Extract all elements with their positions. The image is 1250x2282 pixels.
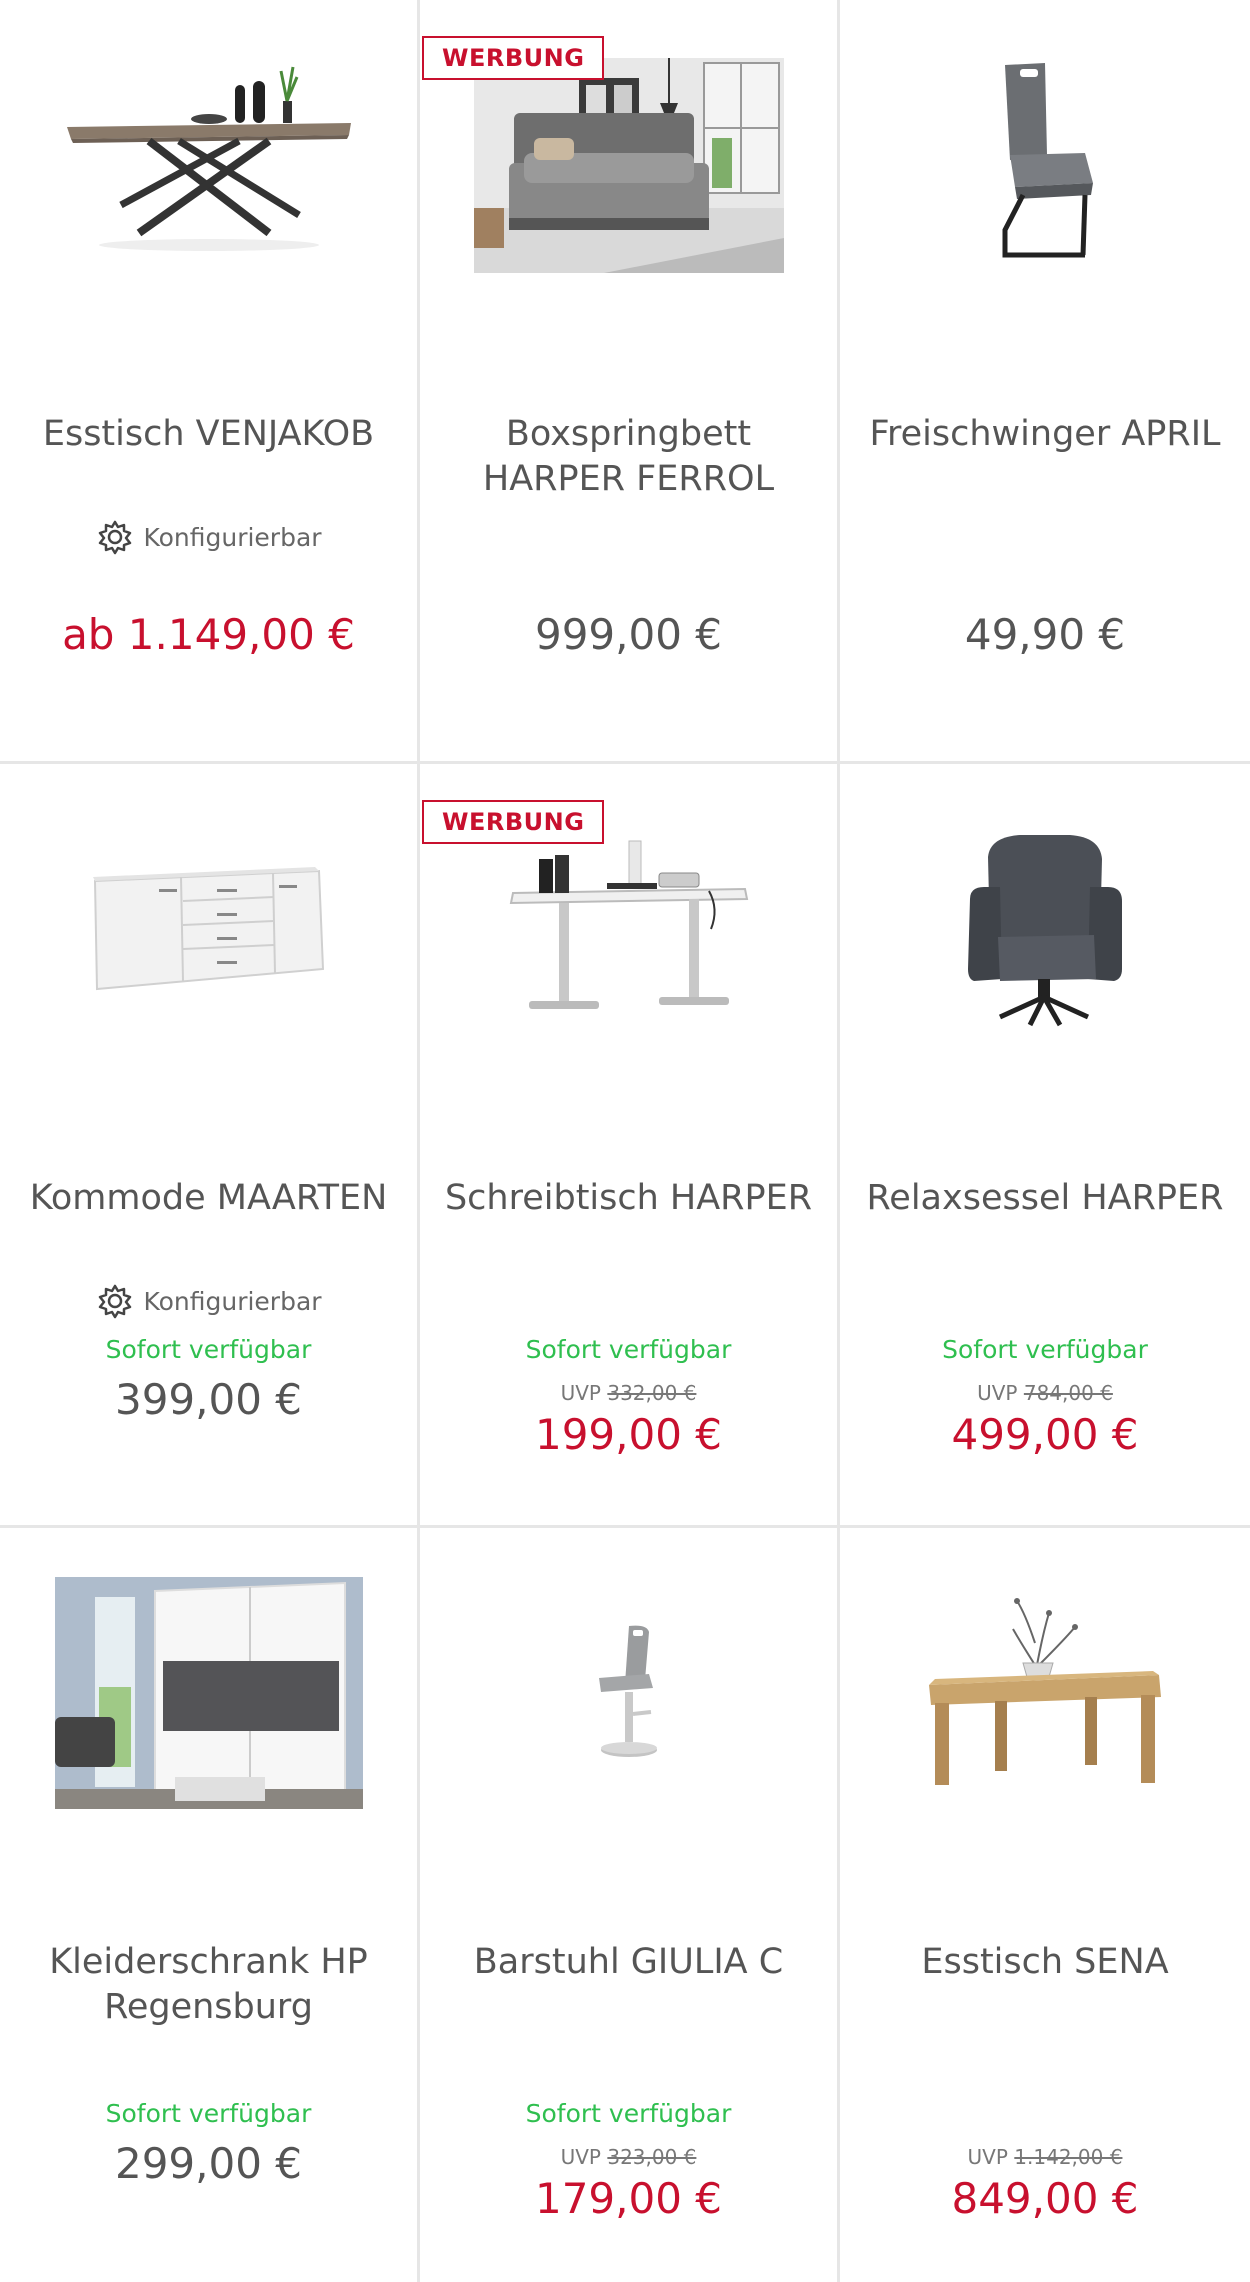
product-title[interactable]: Kommode MAARTEN	[20, 1176, 397, 1221]
dining-table-icon	[66, 66, 351, 251]
uvp-price: 784,00 €	[1023, 1381, 1113, 1405]
product-image[interactable]	[840, 764, 1250, 1094]
uvp-prefix: UVP	[977, 1381, 1018, 1405]
product-title[interactable]: Esstisch VENJAKOB	[20, 412, 397, 457]
bar-stool-icon	[598, 1625, 657, 1757]
product-price: ab 1.149,00 €	[62, 610, 355, 659]
availability-label: Sofort verfügbar	[525, 1335, 732, 1364]
uvp-price: 1.142,00 €	[1014, 2145, 1123, 2169]
recliner-icon	[968, 835, 1122, 1027]
wardrobe-photo-icon	[54, 1577, 363, 1809]
product-grid: Esstisch VENJAKOB Konfigurierbar ab 1.14…	[0, 0, 1250, 2282]
product-card[interactable]: Esstisch SENA UVP 1.142,00 € 849,00 €	[840, 1528, 1250, 2282]
product-price: 399,00 €	[114, 1375, 303, 1424]
cantilever-chair-icon	[1002, 63, 1093, 258]
product-card[interactable]: Relaxsessel HARPER Sofort verfügbar UVP …	[840, 764, 1250, 1525]
product-price: 49,90 €	[964, 610, 1126, 659]
gear-icon	[99, 1284, 132, 1319]
ad-badge: WERBUNG	[422, 36, 605, 80]
product-title[interactable]: Schreibtisch HARPER	[440, 1176, 817, 1221]
product-image[interactable]	[0, 764, 417, 1094]
configurable-text: Konfigurierbar	[143, 1286, 322, 1316]
product-image[interactable]	[0, 1528, 417, 1858]
product-image[interactable]	[420, 1528, 837, 1858]
product-card[interactable]: WERBUNG Schreibtisch HARPER Sofort verfü…	[420, 764, 837, 1525]
product-card[interactable]: WERBUNG Boxspringbett HARPER FERROL 999,…	[420, 0, 837, 761]
uvp-label: UVP 784,00 €	[840, 1381, 1250, 1405]
product-price: 199,00 €	[534, 1410, 723, 1459]
product-card[interactable]: Kleiderschrank HP Regensburg Sofort verf…	[0, 1528, 417, 2282]
product-image[interactable]	[0, 0, 417, 330]
standing-desk-icon	[509, 840, 748, 1009]
product-card[interactable]: Esstisch VENJAKOB Konfigurierbar ab 1.14…	[0, 0, 417, 761]
uvp-price: 332,00 €	[607, 1381, 697, 1405]
product-title[interactable]: Esstisch SENA	[860, 1940, 1230, 1985]
product-price: 999,00 €	[534, 610, 723, 659]
product-image[interactable]	[840, 0, 1250, 330]
product-card[interactable]: Freischwinger APRIL 49,90 €	[840, 0, 1250, 761]
bedroom-photo-icon	[473, 57, 784, 273]
gear-icon	[99, 520, 132, 555]
uvp-prefix: UVP	[560, 2145, 601, 2169]
product-image[interactable]	[840, 1528, 1250, 1858]
configurable-label: Konfigurierbar	[0, 517, 417, 557]
product-price: 849,00 €	[951, 2174, 1139, 2223]
availability-label: Sofort verfügbar	[105, 1335, 312, 1364]
product-price: 179,00 €	[534, 2174, 723, 2223]
wooden-table-icon	[929, 1598, 1161, 1785]
uvp-label: UVP 332,00 €	[420, 1381, 837, 1405]
uvp-price: 323,00 €	[607, 2145, 697, 2169]
product-price: 299,00 €	[114, 2139, 303, 2188]
product-title[interactable]: Freischwinger APRIL	[860, 412, 1230, 457]
product-card[interactable]: Barstuhl GIULIA C Sofort verfügbar UVP 3…	[420, 1528, 837, 2282]
product-title[interactable]: Kleiderschrank HP Regensburg	[20, 1940, 397, 2030]
configurable-text: Konfigurierbar	[143, 522, 322, 552]
configurable-label: Konfigurierbar	[0, 1281, 417, 1321]
product-title[interactable]: Barstuhl GIULIA C	[440, 1940, 817, 1985]
uvp-prefix: UVP	[560, 1381, 601, 1405]
availability-label: Sofort verfügbar	[105, 2099, 312, 2128]
sideboard-icon	[92, 867, 324, 991]
ad-badge: WERBUNG	[422, 800, 605, 844]
product-title[interactable]: Boxspringbett HARPER FERROL	[440, 412, 817, 502]
uvp-label: UVP 1.142,00 €	[840, 2145, 1250, 2169]
product-card[interactable]: Kommode MAARTEN Konfigurierbar Sofort ve…	[0, 764, 417, 1525]
uvp-prefix: UVP	[967, 2145, 1008, 2169]
uvp-label: UVP 323,00 €	[420, 2145, 837, 2169]
product-price: 499,00 €	[951, 1410, 1139, 1459]
availability-label: Sofort verfügbar	[942, 1335, 1148, 1364]
product-title[interactable]: Relaxsessel HARPER	[860, 1176, 1230, 1221]
availability-label: Sofort verfügbar	[525, 2099, 732, 2128]
